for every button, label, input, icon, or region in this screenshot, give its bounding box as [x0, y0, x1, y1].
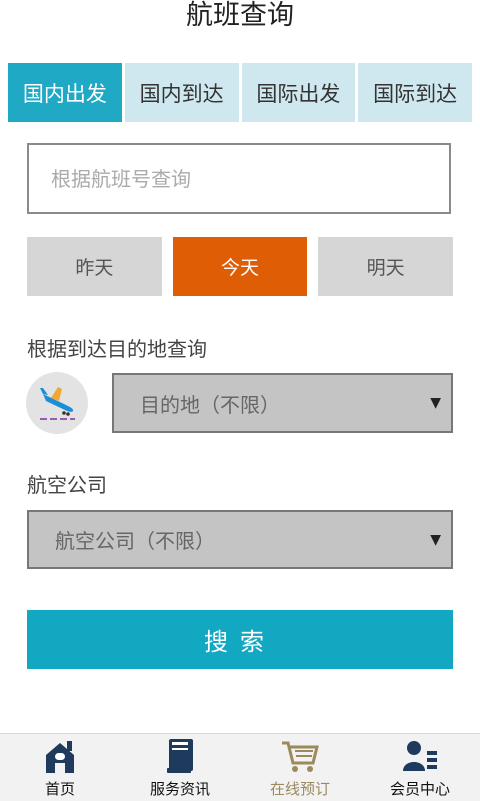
home-icon — [38, 736, 82, 776]
nav-home-label: 首页 — [44, 780, 75, 798]
destination-label: 根据到达目的地查询 — [27, 337, 207, 361]
airplane-landing-icon — [26, 372, 88, 434]
cart-icon — [278, 736, 322, 776]
nav-member-center[interactable]: 会员中心 — [360, 734, 480, 801]
direction-tabs: 国内出发 国内到达 国际出发 国际到达 — [8, 63, 472, 122]
nav-service-news-label: 服务资讯 — [149, 780, 210, 798]
flight-number-input[interactable] — [49, 165, 429, 192]
search-button[interactable]: 搜索 — [27, 610, 453, 669]
nav-home[interactable]: 首页 — [0, 734, 120, 801]
bottom-navigation: 首页 服务资讯 在线预订 会员中心 — [0, 733, 480, 801]
dropdown-arrow-icon: ▼ — [430, 395, 441, 411]
nav-member-center-label: 会员中心 — [389, 780, 450, 798]
nav-online-booking-label: 在线预订 — [269, 780, 330, 798]
today-button[interactable]: 今天 — [172, 237, 308, 296]
tab-international-arrival[interactable]: 国际到达 — [358, 63, 472, 122]
destination-select[interactable]: 目的地（不限） ▼ — [112, 373, 453, 433]
nav-service-news[interactable]: 服务资讯 — [120, 734, 240, 801]
day-selector: 昨天 今天 明天 — [27, 237, 454, 296]
tab-domestic-departure[interactable]: 国内出发 — [8, 63, 122, 122]
member-icon — [398, 736, 442, 776]
nav-online-booking[interactable]: 在线预订 — [240, 734, 360, 801]
tab-international-departure[interactable]: 国际出发 — [241, 63, 356, 122]
book-icon — [158, 736, 202, 776]
tab-domestic-arrival[interactable]: 国内到达 — [124, 63, 239, 122]
yesterday-button[interactable]: 昨天 — [27, 237, 162, 296]
flight-number-search-box — [27, 143, 451, 214]
airline-select[interactable]: 航空公司（不限） ▼ — [27, 510, 453, 569]
dropdown-arrow-icon: ▼ — [430, 531, 441, 548]
tomorrow-button[interactable]: 明天 — [318, 237, 454, 296]
airline-select-value: 航空公司（不限） — [55, 529, 215, 553]
page-title: 航班查询 — [186, 0, 294, 31]
airline-label: 航空公司 — [27, 473, 107, 497]
destination-select-value: 目的地（不限） — [140, 392, 280, 417]
